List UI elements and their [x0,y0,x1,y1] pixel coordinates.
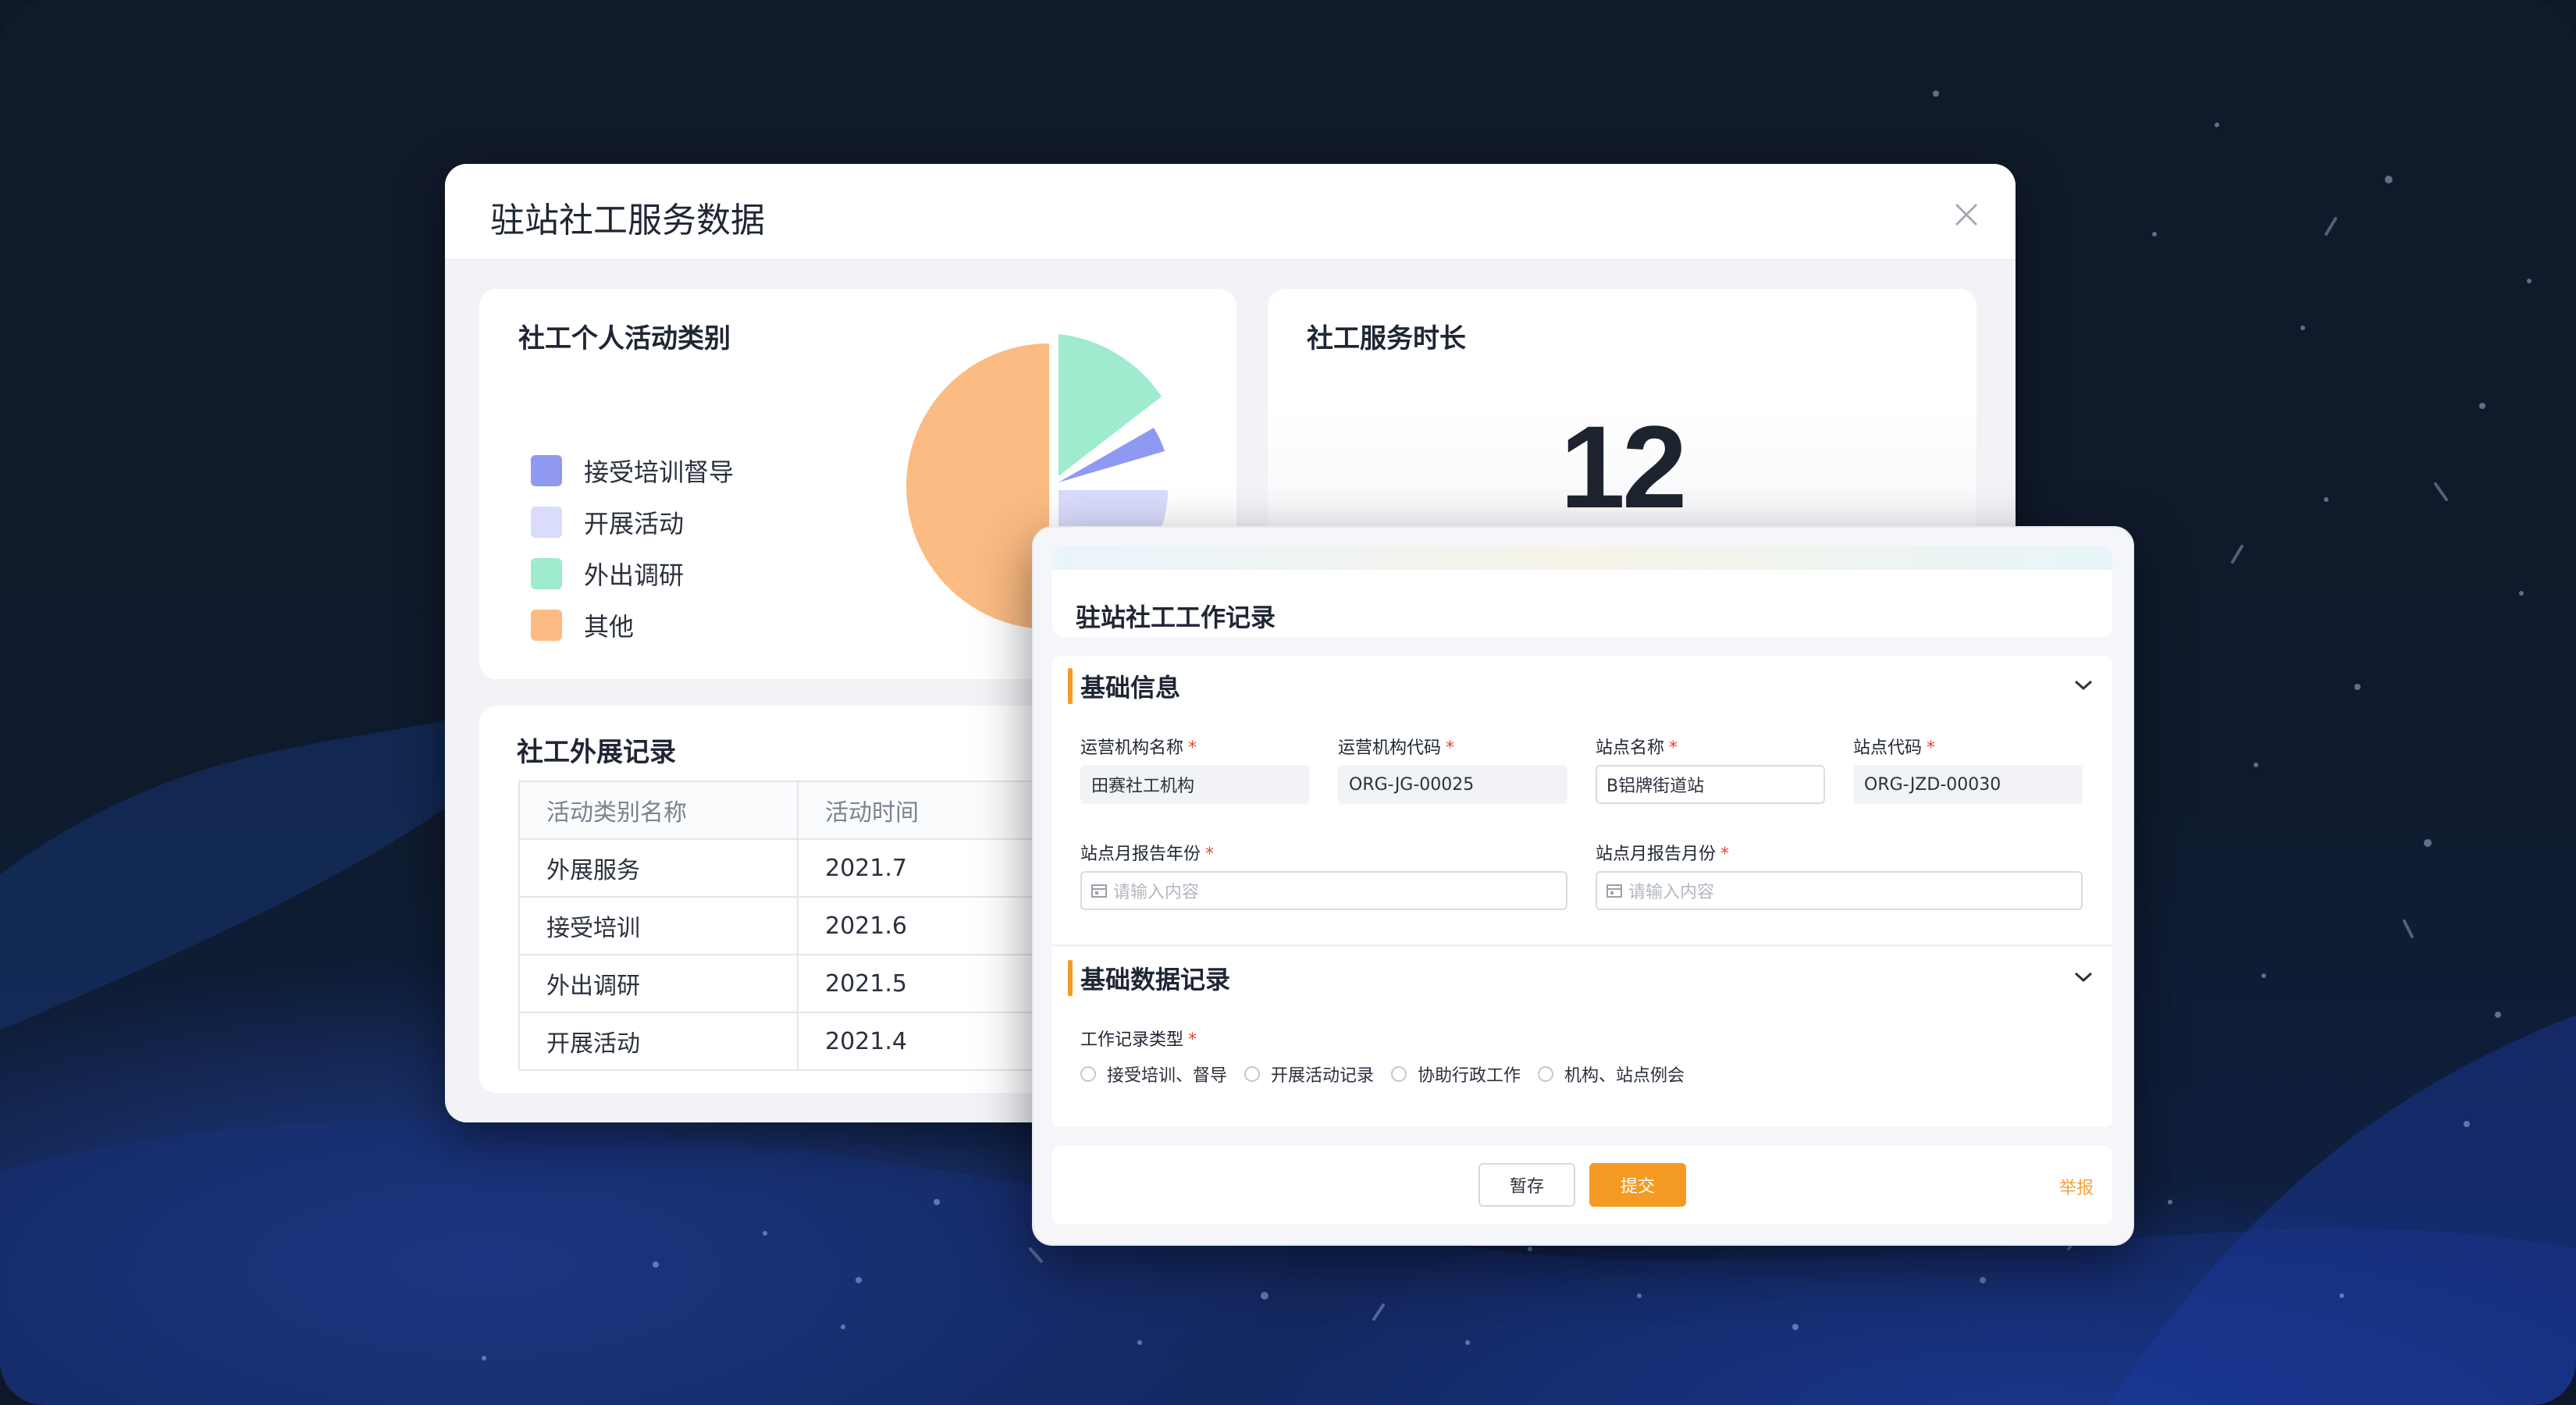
report-month-placeholder: 请输入内容 [1628,883,1715,902]
legend-item: 外出调研 [531,548,734,599]
work-record-modal: 驻站社工工作记录 基础信息 运营机构名称 * 田赛社工机构 运营机构代码 * ORG… [1032,526,2134,1246]
legend-swatch [531,455,562,486]
legend-item: 接受培训督导 [531,445,734,496]
window-title: 驻站社工服务数据 [490,201,765,240]
modal-header: 驻站社工工作记录 [1052,546,2112,637]
section-data-record[interactable]: 基础数据记录 [1068,960,1230,996]
pie-slice-other [906,343,1049,629]
radio-circle [1391,1066,1407,1082]
legend-label: 开展活动 [584,509,685,539]
save-draft-button[interactable]: 暂存 [1478,1163,1575,1207]
section-basic-info[interactable]: 基础信息 [1068,668,1180,704]
activity-legend: 接受培训督导 开展活动 外出调研 其他 [531,445,734,651]
duration-card-title: 社工服务时长 [1307,323,1466,354]
radio-meeting[interactable]: 机构、站点例会 [1538,1062,1685,1087]
table-cell: 接受培训 [518,896,799,955]
service-duration-value: 12 [1560,401,1688,532]
station-code-field[interactable]: ORG-JZD-00030 [1853,765,2083,804]
radio-label: 机构、站点例会 [1564,1066,1685,1086]
field-label-report-month: 站点月报告月份 * [1596,845,1730,864]
field-label-report-year: 站点月报告年份 * [1080,845,1215,864]
field-label-org-name: 运营机构名称 * [1080,738,1197,758]
org-name-field[interactable]: 田赛社工机构 [1080,765,1310,804]
section-accent-bar [1068,668,1073,704]
window-header: 驻站社工服务数据 [445,164,2016,261]
table-cell: 外出调研 [518,954,799,1013]
chevron-down-icon[interactable] [2073,971,2094,984]
radio-admin-assist[interactable]: 协助行政工作 [1391,1062,1521,1087]
report-year-placeholder: 请输入内容 [1113,883,1200,902]
radio-label: 接受培训、督导 [1107,1066,1228,1086]
legend-label: 外出调研 [584,560,685,590]
report-year-input[interactable]: 请输入内容 [1080,871,1567,910]
org-code-field[interactable]: ORG-JG-00025 [1338,765,1567,804]
header-gradient [1052,546,2112,570]
legend-swatch [531,558,562,589]
field-label-station-code: 站点代码 * [1853,738,1936,758]
radio-training[interactable]: 接受培训、督导 [1080,1062,1227,1087]
radio-circle [1244,1066,1261,1082]
legend-item: 其他 [531,599,734,651]
radio-circle [1538,1066,1554,1082]
calendar-icon [1606,884,1622,898]
radio-circle [1080,1066,1096,1082]
modal-form-body: 基础信息 运营机构名称 * 田赛社工机构 运营机构代码 * ORG-JG-00025… [1052,656,2112,1127]
station-name-field[interactable]: B铝牌街道站 [1596,765,1825,804]
record-type-options: 接受培训、督导 开展活动记录 协助行政工作 机构、站点例会 [1080,1062,1702,1087]
report-link[interactable]: 举报 [2059,1174,2094,1199]
section-accent-bar [1068,960,1073,996]
modal-title: 驻站社工工作记录 [1076,603,1276,632]
close-icon[interactable] [1953,201,1980,228]
field-label-org-code: 运营机构代码 * [1338,738,1455,758]
radio-label: 协助行政工作 [1418,1066,1521,1086]
legend-swatch [531,610,562,641]
records-card-title: 社工外展记录 [517,737,676,768]
legend-swatch [531,507,562,538]
radio-activity-record[interactable]: 开展活动记录 [1244,1062,1374,1087]
table-cell: 开展活动 [518,1012,799,1071]
column-header: 活动类别名称 [518,781,799,840]
submit-button[interactable]: 提交 [1589,1163,1686,1207]
section-title: 基础信息 [1080,673,1181,702]
table-cell: 外展服务 [518,838,799,898]
section-title: 基础数据记录 [1080,965,1231,994]
chevron-down-icon[interactable] [2073,679,2094,692]
calendar-icon [1091,884,1107,898]
section-divider [1052,944,2112,946]
report-month-input[interactable]: 请输入内容 [1596,871,2083,910]
legend-label: 接受培训督导 [584,457,735,487]
field-label-record-type: 工作记录类型 * [1080,1030,1197,1050]
legend-label: 其他 [584,612,635,642]
activity-card-title: 社工个人活动类别 [518,323,731,354]
legend-item: 开展活动 [531,496,734,548]
field-label-station-name: 站点名称 * [1596,738,1678,758]
modal-footer: 暂存 提交 举报 [1052,1146,2112,1224]
radio-label: 开展活动记录 [1271,1066,1375,1086]
